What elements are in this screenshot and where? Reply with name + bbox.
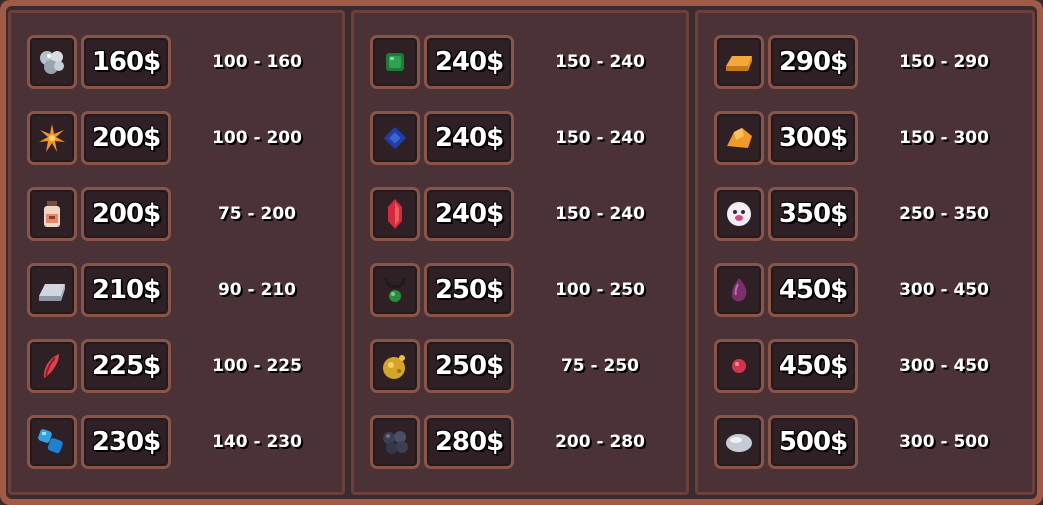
potion-jar-icon — [44, 201, 60, 227]
gold-nugget-icon — [383, 355, 405, 379]
item-price: 250$ — [424, 339, 514, 393]
item-price: 240$ — [424, 35, 514, 89]
spark-icon — [39, 124, 65, 152]
price-range: 140 - 230 — [212, 432, 302, 452]
item-icon-slot[interactable] — [370, 263, 420, 317]
item-row[interactable]: 250$ 100 - 250 — [370, 263, 678, 317]
item-row[interactable]: 450$ 300 - 450 — [714, 263, 1024, 317]
ghost-icon — [727, 202, 751, 226]
item-price: 300$ — [768, 111, 858, 165]
price-column-2: 240$ 150 - 240 240$ 150 - 240 240$ 150 -… — [351, 10, 689, 495]
price-range: 300 - 450 — [899, 280, 989, 300]
item-row[interactable]: 240$ 150 - 240 — [370, 187, 678, 241]
item-price: 200$ — [81, 111, 171, 165]
item-row[interactable]: 210$ 90 - 210 — [27, 263, 334, 317]
blue-crystals-icon — [38, 429, 63, 454]
item-icon-slot[interactable] — [714, 263, 764, 317]
price-range: 150 - 290 — [899, 52, 989, 72]
item-price: 230$ — [81, 415, 171, 469]
item-price: 500$ — [768, 415, 858, 469]
item-row[interactable]: 290$ 150 - 290 — [714, 35, 1024, 89]
item-price: 160$ — [81, 35, 171, 89]
item-price: 210$ — [81, 263, 171, 317]
item-icon-slot[interactable] — [27, 111, 77, 165]
amber-chunk-icon — [727, 128, 752, 148]
item-row[interactable]: 225$ 100 - 225 — [27, 339, 334, 393]
moonstone-icon — [726, 434, 752, 452]
red-feather-icon — [43, 354, 59, 378]
item-icon-slot[interactable] — [714, 339, 764, 393]
item-icon-slot[interactable] — [714, 111, 764, 165]
item-price: 290$ — [768, 35, 858, 89]
price-range: 75 - 250 — [560, 356, 640, 376]
green-amulet-icon — [384, 277, 406, 302]
item-icon-slot[interactable] — [370, 111, 420, 165]
gold-ingot-icon — [726, 56, 752, 71]
price-range: 150 - 240 — [555, 204, 645, 224]
item-price: 350$ — [768, 187, 858, 241]
item-price: 450$ — [768, 339, 858, 393]
iron-ingot-icon — [39, 284, 65, 301]
item-row[interactable]: 240$ 150 - 240 — [370, 111, 678, 165]
silver-ore-icon — [40, 51, 64, 74]
item-icon-slot[interactable] — [27, 339, 77, 393]
emerald-icon — [386, 53, 404, 71]
price-range: 100 - 160 — [212, 52, 302, 72]
item-row[interactable]: 300$ 150 - 300 — [714, 111, 1024, 165]
price-range: 250 - 350 — [899, 204, 989, 224]
item-row[interactable]: 500$ 300 - 500 — [714, 415, 1024, 469]
item-row[interactable]: 280$ 200 - 280 — [370, 415, 678, 469]
item-icon-slot[interactable] — [27, 263, 77, 317]
item-row[interactable]: 200$ 100 - 200 — [27, 111, 334, 165]
price-range: 100 - 250 — [555, 280, 645, 300]
item-icon-slot[interactable] — [370, 415, 420, 469]
item-row[interactable]: 350$ 250 - 350 — [714, 187, 1024, 241]
item-icon-slot[interactable] — [714, 187, 764, 241]
item-row[interactable]: 160$ 100 - 160 — [27, 35, 334, 89]
item-icon-slot[interactable] — [370, 35, 420, 89]
item-icon-slot[interactable] — [27, 187, 77, 241]
price-range: 100 - 200 — [212, 128, 302, 148]
item-price: 240$ — [424, 187, 514, 241]
item-price: 450$ — [768, 263, 858, 317]
item-row[interactable]: 240$ 150 - 240 — [370, 35, 678, 89]
item-price: 280$ — [424, 415, 514, 469]
purple-gem-icon — [731, 278, 747, 302]
sapphire-icon — [384, 127, 406, 149]
item-row[interactable]: 450$ 300 - 450 — [714, 339, 1024, 393]
item-icon-slot[interactable] — [714, 35, 764, 89]
item-row[interactable]: 250$ 75 - 250 — [370, 339, 678, 393]
price-column-1: 160$ 100 - 160 200$ 100 - 200 200$ 75 - … — [8, 10, 345, 495]
item-icon-slot[interactable] — [27, 35, 77, 89]
red-orb-icon — [732, 359, 746, 373]
item-icon-slot[interactable] — [370, 339, 420, 393]
item-icon-slot[interactable] — [370, 187, 420, 241]
shop-inner: 160$ 100 - 160 200$ 100 - 200 200$ 75 - … — [6, 6, 1037, 499]
coal-ore-icon — [383, 431, 408, 454]
price-column-3: 290$ 150 - 290 300$ 150 - 300 350$ 250 -… — [695, 10, 1035, 495]
price-range: 200 - 280 — [555, 432, 645, 452]
price-range: 90 - 210 — [217, 280, 297, 300]
item-icon-slot[interactable] — [714, 415, 764, 469]
price-range: 150 - 300 — [899, 128, 989, 148]
item-row[interactable]: 200$ 75 - 200 — [27, 187, 334, 241]
item-price: 250$ — [424, 263, 514, 317]
price-range: 300 - 500 — [899, 432, 989, 452]
item-icon-slot[interactable] — [27, 415, 77, 469]
price-range: 150 - 240 — [555, 128, 645, 148]
price-range: 75 - 200 — [217, 204, 297, 224]
ruby-icon — [388, 199, 402, 229]
shop-frame: 160$ 100 - 160 200$ 100 - 200 200$ 75 - … — [0, 0, 1043, 505]
item-price: 225$ — [81, 339, 171, 393]
item-price: 200$ — [81, 187, 171, 241]
price-range: 100 - 225 — [212, 356, 302, 376]
item-price: 240$ — [424, 111, 514, 165]
price-range: 150 - 240 — [555, 52, 645, 72]
item-row[interactable]: 230$ 140 - 230 — [27, 415, 334, 469]
price-range: 300 - 450 — [899, 356, 989, 376]
